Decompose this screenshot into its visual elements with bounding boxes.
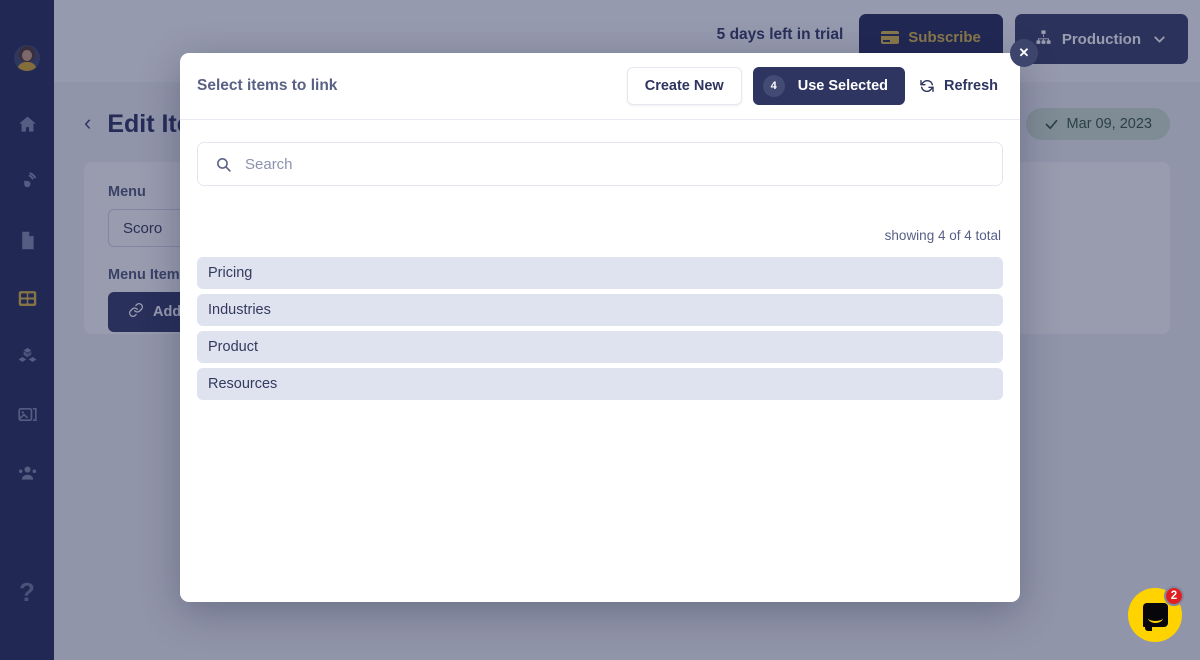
link-items-modal: ✕ Select items to link Create New 4 Use … bbox=[180, 39, 1038, 602]
search-field[interactable] bbox=[197, 142, 1003, 186]
modal-body: showing 4 of 4 total Pricing Industries … bbox=[180, 120, 1020, 400]
create-new-label: Create New bbox=[644, 78, 724, 94]
refresh-label: Refresh bbox=[944, 78, 998, 94]
list-item-label: Pricing bbox=[208, 265, 253, 281]
list-item-label: Product bbox=[208, 339, 258, 355]
close-icon[interactable]: ✕ bbox=[1010, 39, 1038, 67]
list-item[interactable]: Pricing bbox=[197, 257, 1003, 289]
chat-unread-badge: 2 bbox=[1164, 586, 1184, 606]
search-icon bbox=[217, 157, 231, 172]
app-root: 5 days left in trial Subscribe Productio… bbox=[0, 0, 1200, 660]
create-new-button[interactable]: Create New bbox=[626, 67, 742, 105]
refresh-icon bbox=[920, 79, 934, 93]
selected-count-badge: 4 bbox=[762, 75, 785, 97]
chat-launcher-button[interactable]: 2 bbox=[1128, 586, 1184, 642]
use-selected-label: Use Selected bbox=[797, 78, 888, 94]
list-item-label: Industries bbox=[208, 302, 271, 318]
list-item[interactable]: Product bbox=[197, 331, 1003, 363]
list-item[interactable]: Industries bbox=[197, 294, 1003, 326]
chat-bubble-icon bbox=[1142, 603, 1168, 631]
search-input[interactable] bbox=[245, 155, 985, 173]
list-item[interactable]: Resources bbox=[197, 368, 1003, 400]
list-item-label: Resources bbox=[208, 376, 278, 392]
refresh-button[interactable]: Refresh bbox=[919, 78, 1003, 94]
modal-header: Select items to link Create New 4 Use Se… bbox=[180, 53, 1020, 120]
linkable-items-list: Pricing Industries Product Resources bbox=[197, 257, 1003, 400]
modal-title: Select items to link bbox=[197, 77, 338, 94]
results-count-text: showing 4 of 4 total bbox=[884, 228, 1001, 243]
use-selected-button[interactable]: 4 Use Selected bbox=[752, 67, 905, 105]
